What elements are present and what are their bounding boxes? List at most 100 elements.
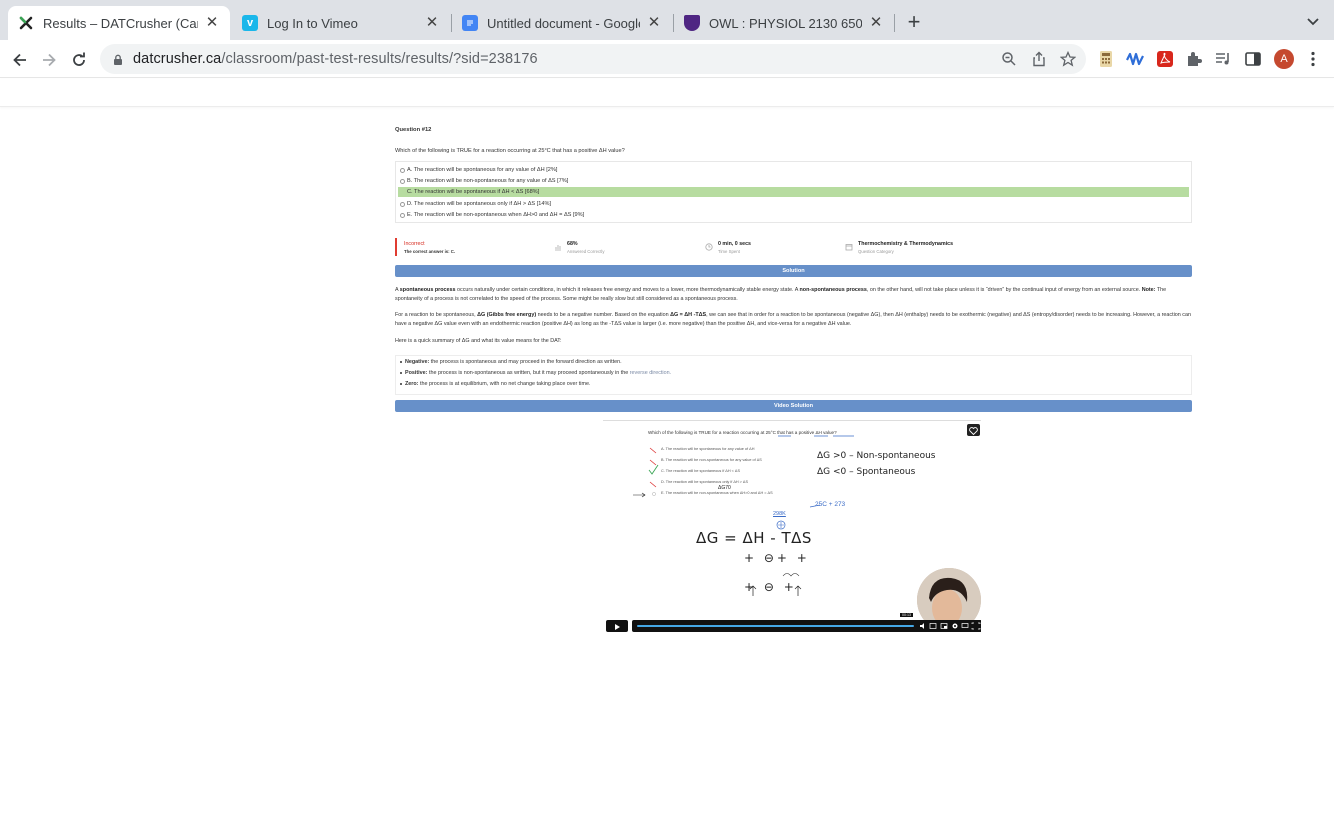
bullet-term: Zero: <box>405 381 419 387</box>
choice-label: C. The reaction will be spontaneous if Δ… <box>407 188 540 195</box>
bullet-dot <box>400 360 402 363</box>
video-player[interactable]: Which of the following is TRUE for a rea… <box>603 420 981 633</box>
tab-datcrusher[interactable]: Results – DATCrusher (Canada) ✕ <box>8 6 230 40</box>
reverse-direction-link[interactable]: reverse direction. <box>630 370 671 376</box>
close-tab-icon[interactable]: ✕ <box>868 15 884 31</box>
category-stat: Thermochemistry & Thermodynamics Questio… <box>858 241 953 255</box>
progress-fill[interactable] <box>637 625 914 627</box>
acrobat-extension-icon[interactable] <box>1156 50 1174 68</box>
choice-b[interactable]: B. The reaction will be non-spontaneous … <box>398 176 1189 186</box>
pip-icon <box>940 623 948 629</box>
result-status: Incorrect The correct answer is: C. <box>404 241 455 255</box>
forward-arrow-icon[interactable] <box>38 49 60 71</box>
video-choice-b: B. The reaction will be non-spontaneous … <box>661 458 762 462</box>
time-label: Time Spent <box>718 248 740 254</box>
handwritten-temp-c: 25C + 273 <box>815 501 846 508</box>
tab-strip: Results – DATCrusher (Canada) ✕ v Log In… <box>0 0 1334 40</box>
tab-google-docs[interactable]: Untitled document - Google Docs ✕ <box>452 6 672 40</box>
radio-icon[interactable] <box>400 178 405 184</box>
radio-icon[interactable] <box>400 167 405 173</box>
url-path: /classroom/past-test-results/results/?si… <box>221 51 538 67</box>
choice-label: E. The reaction will be non-spontaneous … <box>407 211 585 218</box>
correct-answer-text: The correct answer is: C. <box>404 248 456 254</box>
tab-owl[interactable]: OWL : PHYSIOL 2130 650 SU22 ✕ <box>674 6 894 40</box>
chevron-down-icon[interactable] <box>1304 12 1322 30</box>
time-value: 0 min, 0 secs <box>718 241 751 247</box>
list-item: Zero: the process is at equilibrium, wit… <box>400 381 590 389</box>
category-value: Thermochemistry & Thermodynamics <box>858 241 954 247</box>
solution-heading: Solution <box>395 265 1192 277</box>
media-playlist-icon[interactable] <box>1214 50 1232 68</box>
settings-gear-icon <box>952 623 958 629</box>
radio-icon[interactable] <box>400 201 405 207</box>
list-item: Negative: the process is spontaneous and… <box>400 359 622 367</box>
clock-icon <box>705 243 713 251</box>
tab-title: Untitled document - Google Docs <box>487 15 640 31</box>
tab-title: OWL : PHYSIOL 2130 650 SU22 <box>709 15 862 31</box>
play-icon[interactable] <box>606 620 628 632</box>
close-tab-icon[interactable]: ✕ <box>204 15 220 31</box>
profile-avatar[interactable]: A <box>1274 49 1294 69</box>
handwritten-equation: ΔG = ΔH - TΔS <box>696 529 812 547</box>
choice-d[interactable]: D. The reaction will be spontaneous only… <box>398 199 1189 209</box>
time-spent-stat: 0 min, 0 secs Time Spent <box>718 241 751 255</box>
wave-extension-icon[interactable] <box>1126 50 1144 68</box>
solution-paragraph-3: Here is a quick summary of ΔG and what i… <box>395 338 562 344</box>
reload-icon[interactable] <box>68 49 90 71</box>
vimeo-icon: v <box>242 15 258 31</box>
tab-vimeo[interactable]: v Log In to Vimeo ✕ <box>232 6 450 40</box>
bar-chart-icon <box>554 243 562 251</box>
tab-title: Log In to Vimeo <box>267 15 358 31</box>
site-header <box>0 79 1334 107</box>
question-text: Which of the following is TRUE for a rea… <box>395 148 625 154</box>
google-docs-icon <box>462 15 478 31</box>
western-shield-icon <box>684 15 700 31</box>
address-bar[interactable]: datcrusher.ca/classroom/past-test-result… <box>100 44 1086 74</box>
calculator-extension-icon[interactable] <box>1097 50 1115 68</box>
new-tab-icon[interactable]: + <box>904 11 924 33</box>
solution-paragraph-2: For a reaction to be spontaneous, ΔG (Gi… <box>395 311 1192 329</box>
radio-icon[interactable] <box>400 212 405 218</box>
text: , on the other hand, will not take place… <box>866 287 1142 293</box>
url-text: datcrusher.ca/classroom/past-test-result… <box>133 51 538 67</box>
handwritten-temp-k: 298K <box>773 511 786 517</box>
captions-icon <box>929 623 937 629</box>
bullet-term: Positive: <box>405 370 428 376</box>
close-tab-icon[interactable]: ✕ <box>646 15 662 31</box>
more-menu-icon[interactable] <box>1306 50 1320 68</box>
solution-paragraph-1: A spontaneous process occurs naturally u… <box>395 286 1192 304</box>
choice-label: D. The reaction will be spontaneous only… <box>407 200 552 207</box>
choice-a[interactable]: A. The reaction will be spontaneous for … <box>398 165 1189 175</box>
choice-e[interactable]: E. The reaction will be non-spontaneous … <box>398 210 1189 220</box>
bookmark-star-icon[interactable] <box>1059 50 1077 67</box>
back-arrow-icon[interactable] <box>9 49 31 71</box>
video-controls: 00:13 <box>606 613 981 632</box>
answer-choices: A. The reaction will be spontaneous for … <box>395 161 1192 223</box>
bullet-term: Negative: <box>405 359 430 365</box>
incorrect-indicator-bar <box>395 238 397 256</box>
browser-toolbar: datcrusher.ca/classroom/past-test-result… <box>0 40 1334 78</box>
tab-separator <box>894 14 895 32</box>
video-progress-bar[interactable]: 00:13 <box>632 613 981 632</box>
player-buttons <box>920 622 981 630</box>
percent-correct-stat: 68% Answered Correctly <box>567 241 605 255</box>
text: For a reaction to be spontaneous, <box>395 312 478 318</box>
url-domain: datcrusher.ca <box>133 51 222 67</box>
text: needs to be a negative number. Based on … <box>536 312 671 318</box>
extensions-puzzle-icon[interactable] <box>1185 50 1203 68</box>
bullet-dot <box>400 382 402 385</box>
percent-value: 68% <box>567 241 578 247</box>
bold-term: spontaneous process <box>399 287 456 293</box>
bold-term: ΔG = ΔH -TΔS <box>670 312 707 318</box>
share-icon[interactable] <box>1031 51 1047 67</box>
side-panel-icon[interactable] <box>1244 50 1262 68</box>
choice-c-correct[interactable]: C. The reaction will be spontaneous if Δ… <box>398 187 1189 197</box>
zoom-icon[interactable] <box>1001 51 1017 67</box>
lock-icon[interactable] <box>112 53 124 65</box>
handwritten-small: ΔG70 <box>718 485 731 491</box>
like-heart-icon[interactable] <box>967 424 980 436</box>
category-label: Question Category <box>858 248 894 254</box>
close-tab-icon[interactable]: ✕ <box>424 15 440 31</box>
video-choice-e: E. The reaction will be non-spontaneous … <box>661 491 773 495</box>
video-solution-heading: Video Solution <box>395 400 1192 412</box>
